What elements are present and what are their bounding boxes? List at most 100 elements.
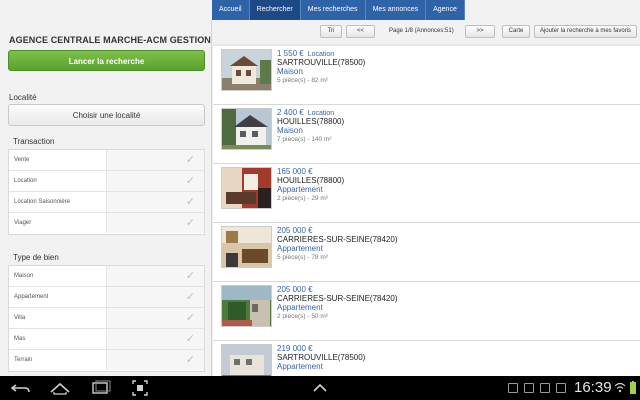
listing-type: Appartement <box>277 362 323 371</box>
listing-price: 2 400 € Location <box>277 108 335 117</box>
listing-price: 205 000 € <box>277 226 313 235</box>
checkmark-icon: ✓ <box>185 312 195 324</box>
listing-card[interactable]: 2 400 € Location HOUILLES(78800) Maison 7… <box>213 105 640 164</box>
screenshot-icon[interactable] <box>130 376 150 400</box>
listing-card[interactable]: 1 550 € Location SARTROUVILLE(78500) Mais… <box>213 46 640 105</box>
checkmark-icon: ✓ <box>185 291 195 303</box>
agency-name: AGENCE CENTRALE MARCHE-ACM GESTION <box>9 35 211 45</box>
listing-price: 165 000 € <box>277 167 313 176</box>
property-type-options: Maison ✓ Appartement ✓ Villa ✓ Mas ✓ Ter… <box>8 265 205 372</box>
listing-details: 2 pièce(s) - 50 m² <box>277 313 328 320</box>
sort-button[interactable]: Tri <box>320 25 342 38</box>
listing-city: CARRIERES-SUR-SEINE(78420) <box>277 294 398 303</box>
page-info: Page 1/8 (Annonces:51) <box>389 28 454 34</box>
property-type-label: Type de bien <box>13 253 59 262</box>
results-panel: Tri << Page 1/8 (Annonces:51) >> Carte A… <box>213 20 640 376</box>
notification-icon <box>556 383 566 393</box>
next-page-button[interactable]: >> <box>465 25 495 38</box>
listing-card[interactable]: 165 000 € HOUILLES(78800) Appartement 2 … <box>213 164 640 223</box>
locality-label: Localité <box>9 93 37 102</box>
checkmark-icon: ✓ <box>185 333 195 345</box>
listing-city: CARRIERES-SUR-SEINE(78420) <box>277 235 398 244</box>
transaction-options: Vente ✓ Location ✓ Location Saisonnière … <box>8 149 205 235</box>
option-location-saisonniere[interactable]: Location Saisonnière ✓ <box>9 192 204 213</box>
option-label: Vente <box>14 157 30 163</box>
listing-price: 205 000 € <box>277 285 313 294</box>
listing-photo <box>221 344 272 376</box>
checkmark-icon: ✓ <box>185 154 195 166</box>
tab-mes-recherches[interactable]: Mes recherches <box>301 0 366 20</box>
listing-price: 1 550 € Location <box>277 49 335 58</box>
listing-city: SARTROUVILLE(78500) <box>277 353 366 362</box>
wifi-icon <box>614 376 626 400</box>
listing-city: HOUILLES(78800) <box>277 117 345 126</box>
tab-agence[interactable]: Agence <box>426 0 465 20</box>
listing-photo <box>221 167 272 209</box>
listing-type: Maison <box>277 67 303 76</box>
option-label: Appartement <box>14 294 49 300</box>
listing-transaction-tag: Location <box>307 51 335 58</box>
listing-details: 7 pièce(s) - 140 m² <box>277 136 332 143</box>
home-icon[interactable] <box>48 376 72 400</box>
option-vente[interactable]: Vente ✓ <box>9 150 204 171</box>
download-icon <box>524 383 534 393</box>
option-maison[interactable]: Maison ✓ <box>9 266 204 287</box>
choose-locality-button[interactable]: Choisir une localité <box>8 104 205 126</box>
chevron-up-icon[interactable] <box>309 376 331 400</box>
top-navigation: Accueil Rechercher Mes recherches Mes an… <box>0 0 640 20</box>
option-location[interactable]: Location ✓ <box>9 171 204 192</box>
listing-type: Appartement <box>277 185 323 194</box>
listing-city: HOUILLES(78800) <box>277 176 345 185</box>
previous-page-button[interactable]: << <box>346 25 375 38</box>
listing-type: Maison <box>277 126 303 135</box>
option-appartement[interactable]: Appartement ✓ <box>9 287 204 308</box>
listing-price: 219 000 € <box>277 344 313 353</box>
listing-photo <box>221 226 272 268</box>
system-navigation-bar: 16:39 <box>0 376 640 400</box>
checkmark-icon: ✓ <box>185 175 195 187</box>
pagination-bar: Tri << Page 1/8 (Annonces:51) >> Carte A… <box>213 20 640 44</box>
add-search-to-favorites-button[interactable]: Ajouter la recherche à mes favoris <box>534 25 637 38</box>
nav-tabs: Accueil Rechercher Mes recherches Mes an… <box>212 0 465 20</box>
option-label: Mas <box>14 336 26 342</box>
listing-list: 1 550 € Location SARTROUVILLE(78500) Mais… <box>213 46 640 376</box>
listing-card[interactable]: 219 000 € SARTROUVILLE(78500) Appartemen… <box>213 341 640 376</box>
tab-mes-annonces[interactable]: Mes annonces <box>366 0 427 20</box>
listing-details: 2 pièce(s) - 29 m² <box>277 195 328 202</box>
option-label: Maison <box>14 273 34 279</box>
listing-type: Appartement <box>277 244 323 253</box>
option-mas[interactable]: Mas ✓ <box>9 329 204 350</box>
option-label: Villa <box>14 315 26 321</box>
checkmark-icon: ✓ <box>185 196 195 208</box>
listing-card[interactable]: 205 000 € CARRIERES-SUR-SEINE(78420) App… <box>213 223 640 282</box>
back-icon[interactable] <box>10 376 32 400</box>
tab-rechercher[interactable]: Rechercher <box>249 0 301 20</box>
checkmark-icon: ✓ <box>185 354 195 366</box>
option-terrain[interactable]: Terrain ✓ <box>9 350 204 371</box>
recent-apps-icon[interactable] <box>90 376 112 400</box>
checkmark-icon: ✓ <box>185 270 195 282</box>
listing-details: 5 pièce(s) - 78 m² <box>277 254 328 261</box>
status-clock: 16:39 <box>574 379 612 396</box>
listing-card[interactable]: 205 000 € CARRIERES-SUR-SEINE(78420) App… <box>213 282 640 341</box>
option-label: Terrain <box>14 357 33 363</box>
option-label: Location Saisonnière <box>14 199 71 205</box>
battery-icon <box>628 376 638 400</box>
launch-search-button[interactable]: Lancer la recherche <box>8 50 205 71</box>
listing-type: Appartement <box>277 303 323 312</box>
option-label: Location <box>14 178 37 184</box>
option-label: Viager <box>14 220 32 226</box>
map-button[interactable]: Carte <box>502 25 530 38</box>
usb-icon <box>540 383 550 393</box>
option-viager[interactable]: Viager ✓ <box>9 213 204 234</box>
listing-details: 5 pièce(s) - 82 m² <box>277 77 328 84</box>
listing-photo <box>221 285 272 327</box>
listing-photo <box>221 49 272 91</box>
tab-accueil[interactable]: Accueil <box>212 0 250 20</box>
search-panel: AGENCE CENTRALE MARCHE-ACM GESTION Lance… <box>0 20 212 376</box>
listing-photo <box>221 108 272 150</box>
listing-city: SARTROUVILLE(78500) <box>277 58 366 67</box>
option-villa[interactable]: Villa ✓ <box>9 308 204 329</box>
checkmark-icon: ✓ <box>185 217 195 229</box>
gallery-icon <box>508 383 518 393</box>
